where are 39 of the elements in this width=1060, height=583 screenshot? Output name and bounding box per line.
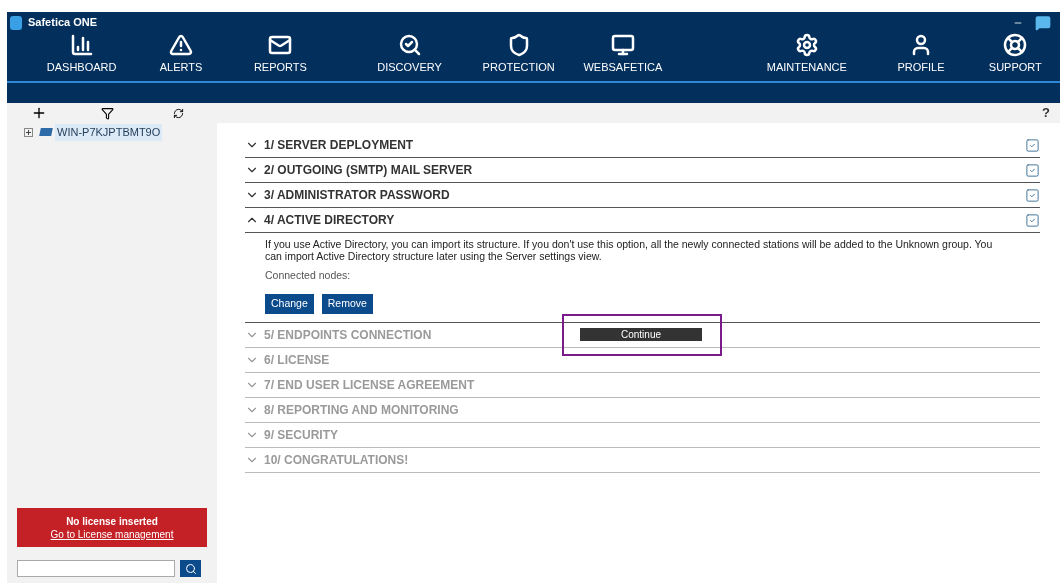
nav-tab[interactable]: PROFILE bbox=[886, 32, 956, 75]
section-title[interactable]: 2/ OUTGOING (SMTP) MAIL SERVER bbox=[264, 161, 473, 179]
nav-tab[interactable]: REPORTS bbox=[235, 32, 326, 75]
nav-tab[interactable]: PROTECTION bbox=[474, 32, 564, 75]
search-field[interactable] bbox=[17, 560, 175, 577]
filter-icon bbox=[100, 106, 114, 120]
license-link[interactable]: Go to License management bbox=[50, 527, 174, 541]
nav-tab[interactable]: ALERTS bbox=[151, 32, 211, 75]
section-title[interactable]: 1/ SERVER DEPLOYMENT bbox=[264, 136, 414, 154]
notification-icon[interactable] bbox=[1035, 14, 1051, 31]
nav-tab[interactable]: DISCOVERY bbox=[345, 32, 475, 75]
section-title[interactable]: 3/ ADMINISTRATOR PASSWORD bbox=[264, 186, 450, 204]
help-button[interactable]: ? bbox=[1042, 103, 1050, 123]
settings-icon bbox=[794, 32, 819, 57]
action-button[interactable]: Change bbox=[265, 293, 314, 314]
section-title[interactable]: 4/ ACTIVE DIRECTORY bbox=[264, 211, 395, 229]
continue-tooltip[interactable]: Continue bbox=[580, 328, 702, 341]
search-icon bbox=[184, 562, 197, 575]
search-button[interactable] bbox=[180, 560, 201, 577]
lifebuoy-icon bbox=[1003, 32, 1028, 57]
section-description: If you use Active Directory, you can import its structure. If you don't use this option, all the newly connected stations will be added to the Unknown group. You can import Active Directory structure later using the Server settings view. bbox=[265, 238, 994, 262]
window-title: Safetica ONE bbox=[28, 15, 98, 31]
monitor-icon bbox=[610, 32, 635, 57]
bar-chart-icon bbox=[69, 32, 94, 57]
app-logo-icon bbox=[10, 15, 22, 30]
action-button[interactable]: Remove bbox=[321, 293, 373, 314]
nav-tab[interactable]: DASHBOARD bbox=[32, 32, 132, 75]
computer-icon bbox=[39, 128, 53, 137]
refresh-icon bbox=[172, 107, 184, 119]
nav-tab[interactable]: WEBSAFETICA bbox=[568, 32, 678, 75]
plus-icon bbox=[31, 105, 47, 121]
tree-item[interactable]: WIN-P7KJPTBMT9O bbox=[55, 124, 163, 141]
magnifier-icon bbox=[397, 32, 422, 57]
warning-icon bbox=[169, 32, 193, 57]
nav-tab[interactable]: MAINTENANCE bbox=[727, 32, 887, 75]
expand-icon[interactable] bbox=[24, 127, 33, 137]
nav-tab[interactable]: SUPPORT bbox=[970, 32, 1060, 75]
connected-nodes-label: Connected nodes: bbox=[265, 268, 352, 283]
license-warning: No license inserted bbox=[66, 514, 158, 528]
